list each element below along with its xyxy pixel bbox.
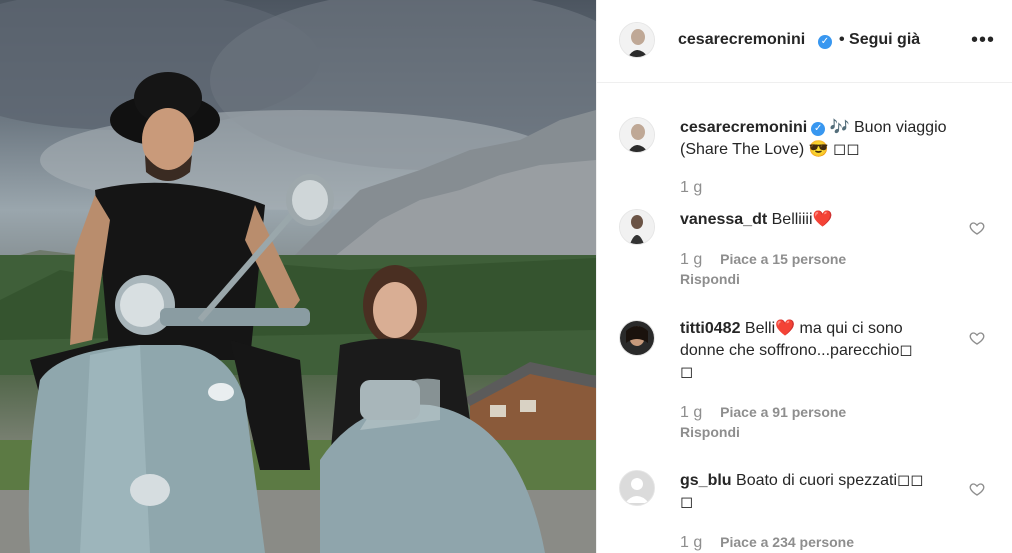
caption-avatar[interactable] bbox=[619, 117, 655, 153]
caption-line-1: 🎶 Buon viaggio bbox=[829, 119, 947, 136]
reply-button[interactable]: Rispondi bbox=[680, 271, 740, 287]
comment-text: gs_blu Boato di cuori spezzati◻◻ ◻ bbox=[680, 470, 960, 514]
comment-body-part1: Belli bbox=[744, 320, 776, 337]
comment-likes[interactable]: Piace a 234 persone bbox=[720, 534, 854, 550]
comment-body-part2: ma qui ci sono bbox=[795, 320, 903, 337]
comment-likes[interactable]: Piace a 15 persone bbox=[720, 251, 846, 267]
comment-body-line1: Boato di cuori spezzati◻◻ bbox=[736, 472, 924, 489]
comment-meta: 1 g Piace a 15 persone bbox=[680, 251, 846, 269]
comment-text: vanessa_dt Belliiii❤️ bbox=[680, 209, 960, 231]
more-options-icon[interactable]: ••• bbox=[971, 30, 995, 50]
heart-outline-icon[interactable] bbox=[969, 220, 985, 236]
post-photo[interactable] bbox=[0, 0, 596, 553]
comment-meta: 1 g Piace a 234 persone bbox=[680, 534, 854, 552]
verified-badge-icon: ✓ bbox=[818, 35, 832, 49]
post-header: cesarecremonini ✓ • Segui già ••• bbox=[597, 0, 1012, 83]
comment-text: titti0482 Belli❤️ ma qui ci sono donne c… bbox=[680, 318, 960, 384]
default-avatar-icon bbox=[620, 471, 654, 505]
caption-line-2: (Share The Love) 😎 ◻◻ bbox=[680, 141, 860, 158]
avatar-image bbox=[620, 23, 654, 57]
caption-meta: 1 g bbox=[680, 179, 716, 197]
comment-time[interactable]: 1 g bbox=[680, 534, 702, 551]
comment-body-line3: ◻ bbox=[680, 364, 694, 381]
avatar-image bbox=[620, 321, 654, 355]
photo-scene bbox=[0, 0, 596, 553]
comment-body-line2: ◻ bbox=[680, 494, 694, 511]
comment-username[interactable]: vanessa_dt bbox=[680, 211, 767, 228]
commenter-avatar[interactable] bbox=[619, 470, 655, 506]
commenter-avatar[interactable] bbox=[619, 320, 655, 356]
avatar-image bbox=[620, 210, 654, 244]
comment-meta: 1 g Piace a 91 persone bbox=[680, 404, 846, 422]
follow-status[interactable]: • Segui già bbox=[839, 31, 920, 49]
comment-time[interactable]: 1 g bbox=[680, 251, 702, 268]
heart-outline-icon[interactable] bbox=[969, 330, 985, 346]
comment-body-line2: donne che soffrono...parecchio◻ bbox=[680, 342, 913, 359]
author-username[interactable]: cesarecremonini bbox=[678, 31, 805, 49]
caption-time[interactable]: 1 g bbox=[680, 179, 702, 196]
author-avatar[interactable] bbox=[619, 22, 655, 58]
comment-username[interactable]: gs_blu bbox=[680, 472, 732, 489]
comment-username[interactable]: titti0482 bbox=[680, 320, 740, 337]
comment-body: Belliiii❤️ bbox=[771, 211, 833, 228]
reply-button[interactable]: Rispondi bbox=[680, 424, 740, 440]
caption-username[interactable]: cesarecremonini bbox=[680, 119, 807, 136]
red-heart-emoji: ❤️ bbox=[775, 320, 796, 337]
heart-outline-icon[interactable] bbox=[969, 481, 985, 497]
comment-likes[interactable]: Piace a 91 persone bbox=[720, 404, 846, 420]
commenter-avatar[interactable] bbox=[619, 209, 655, 245]
caption-text: cesarecremonini ✓ 🎶 Buon viaggio (Share T… bbox=[680, 117, 1000, 161]
verified-badge-icon: ✓ bbox=[811, 122, 826, 136]
comment-time[interactable]: 1 g bbox=[680, 404, 702, 421]
comments-panel: cesarecremonini ✓ • Segui già ••• cesare… bbox=[596, 0, 1012, 553]
avatar-image bbox=[620, 118, 654, 152]
